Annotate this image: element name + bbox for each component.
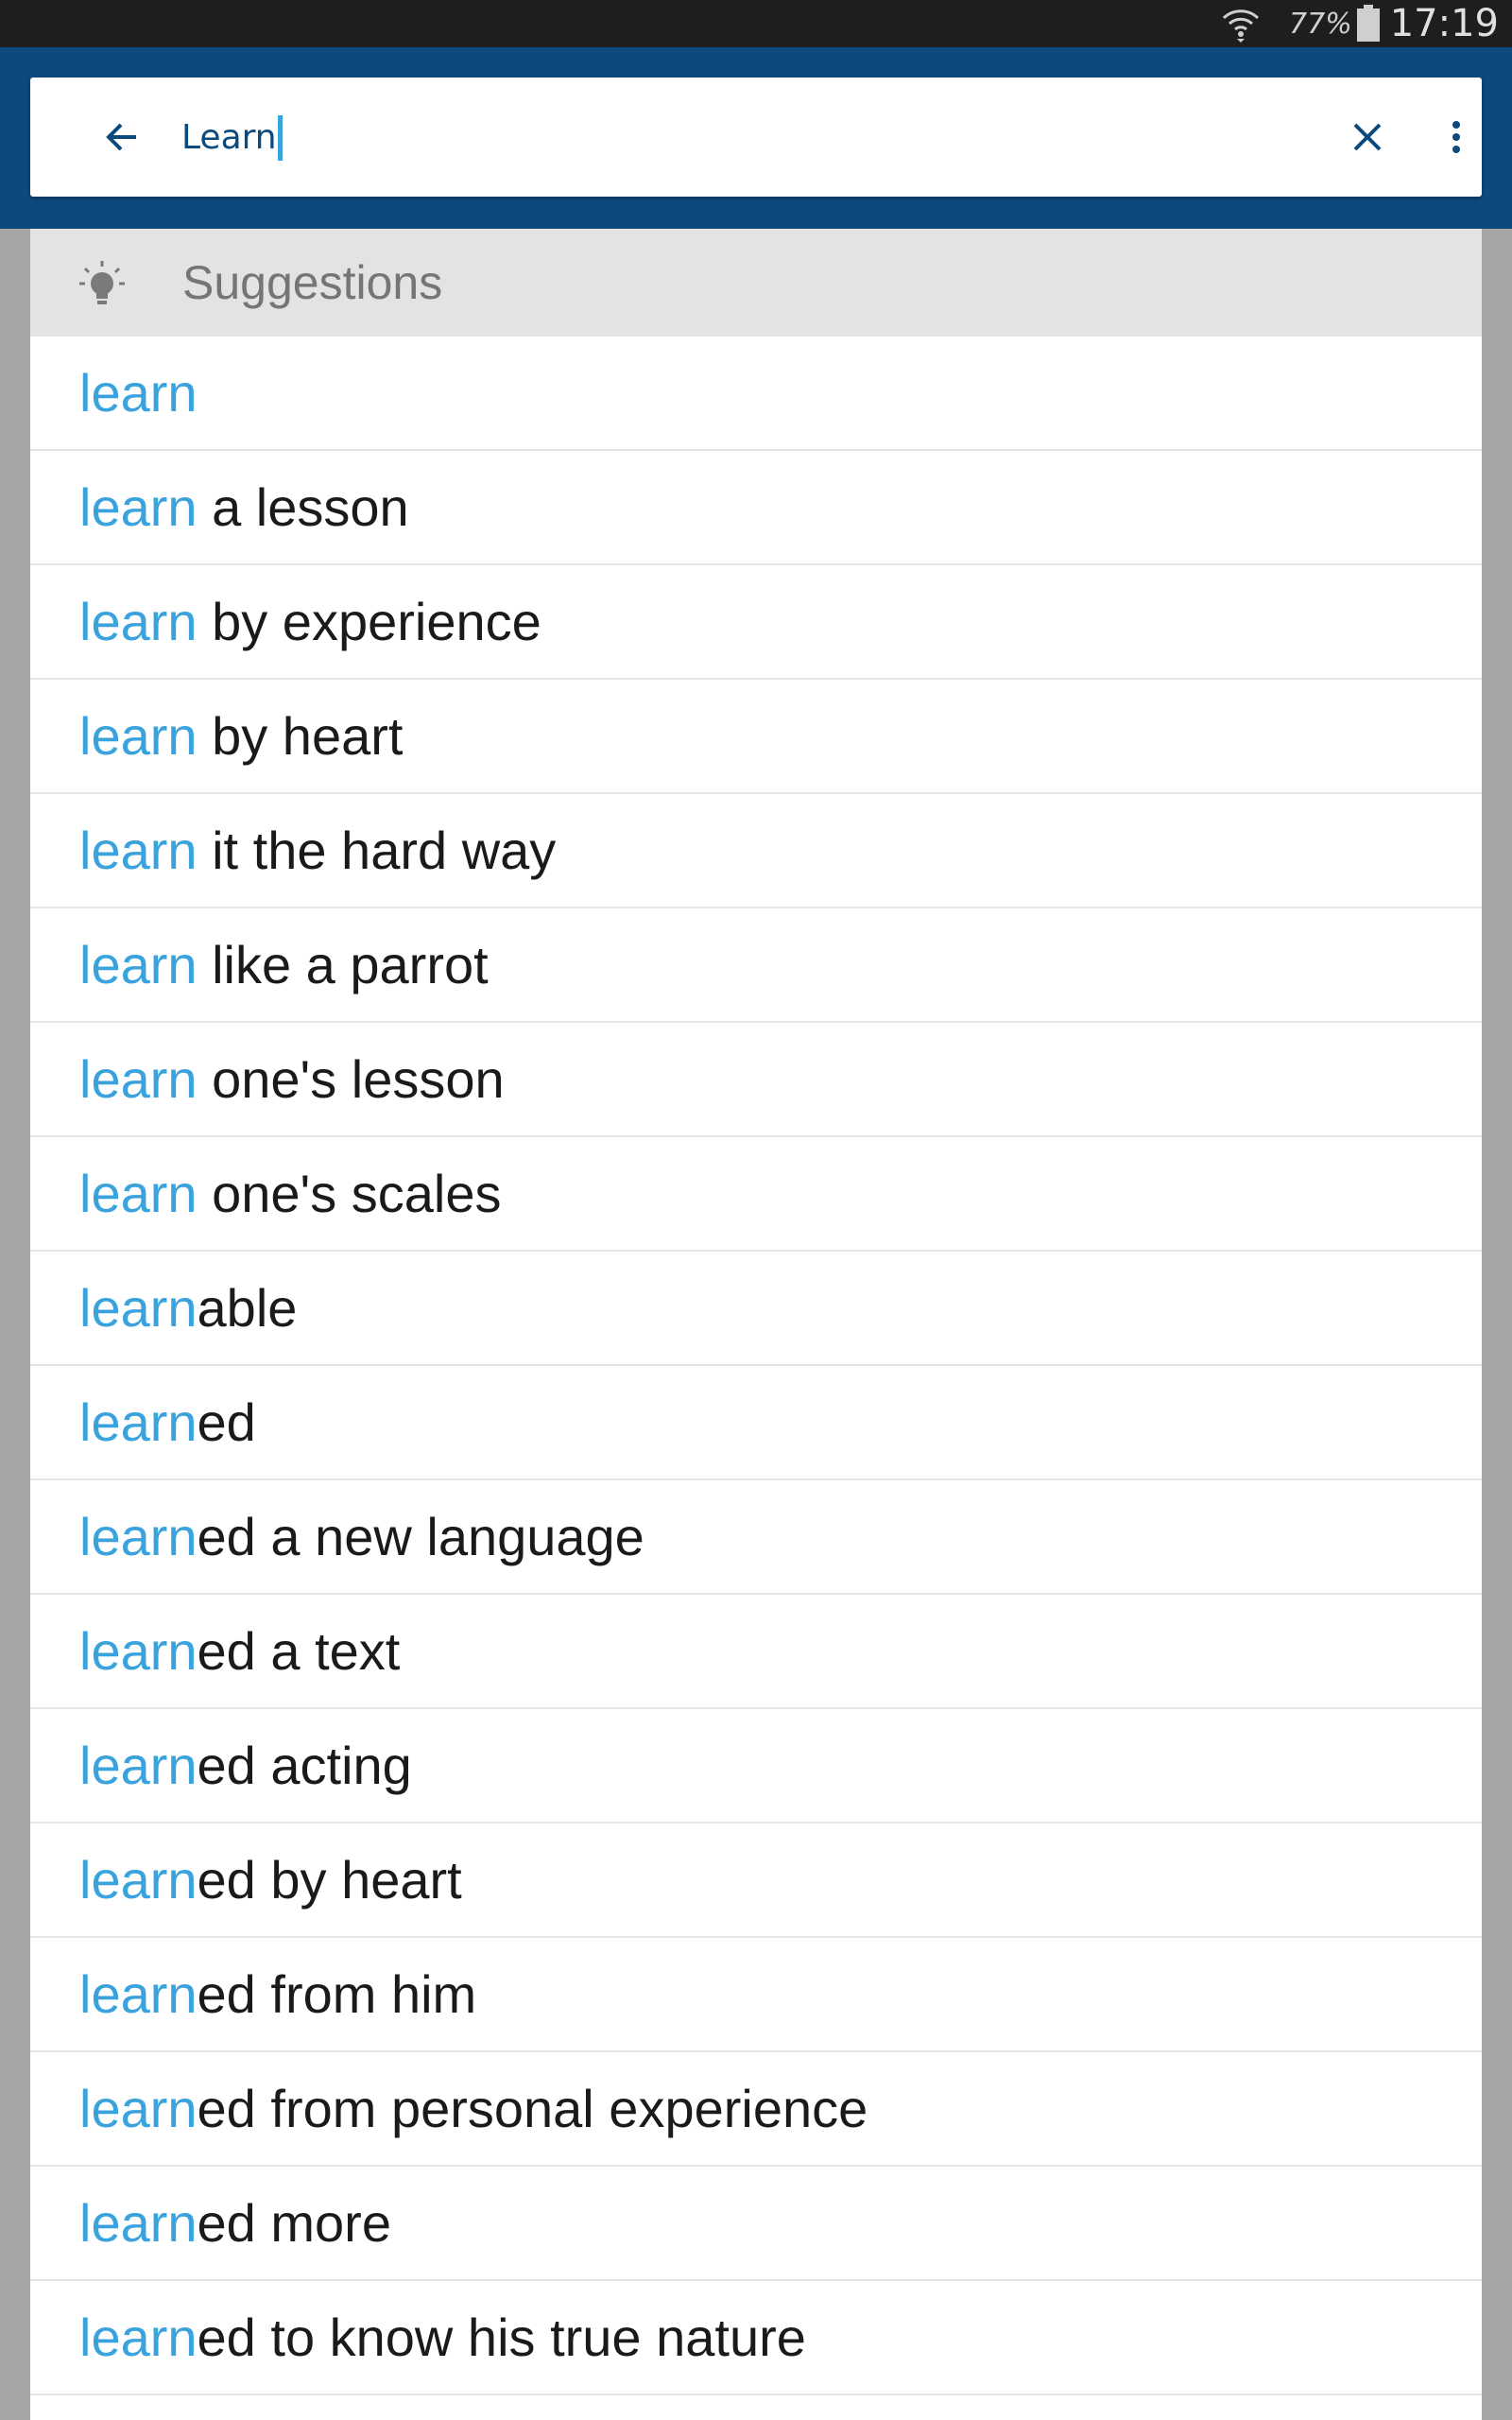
suggestion-rest-text: ed by heart [197, 1850, 462, 1910]
suggestion-match-text: learn [79, 1621, 198, 1681]
arrow-back-icon[interactable] [98, 113, 146, 161]
suggestion-match-text: learn [79, 477, 198, 537]
suggestion-rest-text: ed more [197, 2193, 391, 2253]
suggestion-item[interactable]: learn by experience [30, 565, 1482, 680]
suggestion-item[interactable]: learn one's lesson [30, 1023, 1482, 1137]
status-icons: 77% 17:19 [1221, 0, 1499, 47]
search-box[interactable]: Learn [30, 78, 1482, 197]
search-query-text: Learn [181, 118, 277, 157]
suggestion-rest-text: by experience [197, 592, 541, 651]
suggestion-rest-text: one's scales [197, 1164, 502, 1223]
text-caret [277, 115, 283, 161]
suggestion-match-text: learn [79, 821, 198, 880]
suggestions-list: Suggestions learn learn a lesson learn by … [30, 229, 1482, 2420]
search-input[interactable]: Learn [181, 112, 283, 164]
suggestion-item[interactable]: learn a lesson [30, 451, 1482, 565]
suggestions-title: Suggestions [182, 256, 443, 309]
status-clock: 17:19 [1389, 2, 1499, 45]
suggestion-match-text: learn [79, 2193, 198, 2253]
suggestion-item[interactable]: learn one's scales [30, 1137, 1482, 1252]
suggestion-rest-text: ed a new language [197, 1507, 644, 1566]
suggestion-item[interactable]: learn it the hard way [30, 794, 1482, 908]
battery-percent: 77% [1289, 7, 1352, 41]
lightbulb-icon [79, 261, 125, 304]
suggestion-rows: learn learn a lesson learn by experience le… [30, 337, 1482, 2395]
suggestion-rest-text: ed acting [197, 1736, 412, 1795]
suggestion-item[interactable]: learn ed acting [30, 1709, 1482, 1824]
suggestion-match-text: learn [79, 1964, 198, 2024]
suggestion-item[interactable]: learn ed from him [30, 1938, 1482, 2052]
suggestion-match-text: learn [79, 2079, 198, 2138]
suggestion-item[interactable]: learn ed by heart [30, 1824, 1482, 1938]
suggestion-match-text: learn [79, 1736, 198, 1795]
close-icon[interactable] [1344, 113, 1391, 161]
suggestion-item[interactable]: learn ed from personal experience [30, 2052, 1482, 2167]
suggestion-match-text: learn [79, 1278, 198, 1338]
suggestion-match-text: learn [79, 1507, 198, 1566]
suggestion-match-text: learn [79, 363, 198, 423]
suggestion-item[interactable]: learn ed [30, 1366, 1482, 1480]
suggestion-match-text: learn [79, 1049, 198, 1109]
suggestion-item[interactable]: learn by heart [30, 680, 1482, 794]
suggestion-rest-text: like a parrot [197, 935, 489, 994]
suggestion-item[interactable]: learn [30, 337, 1482, 451]
suggestion-match-text: learn [79, 1164, 198, 1223]
suggestion-rest-text: ed to know his true nature [197, 2308, 806, 2367]
suggestion-match-text: learn [79, 1392, 198, 1452]
suggestions-header: Suggestions [30, 229, 1482, 337]
suggestion-item[interactable]: learn ed a new language [30, 1480, 1482, 1595]
suggestion-item[interactable]: learn ed more [30, 2167, 1482, 2281]
suggestion-rest-text: it the hard way [197, 821, 557, 880]
suggestion-item[interactable]: learn ed a text [30, 1595, 1482, 1709]
suggestion-rest-text: ed from personal experience [197, 2079, 868, 2138]
suggestion-rest-text: ed from him [197, 1964, 477, 2024]
suggestion-match-text: learn [79, 2308, 198, 2367]
suggestion-match-text: learn [79, 592, 198, 651]
suggestion-match-text: learn [79, 1850, 198, 1910]
status-bar: 77% 17:19 [0, 0, 1512, 47]
wifi-icon [1222, 9, 1260, 43]
suggestion-item[interactable]: learn like a parrot [30, 908, 1482, 1023]
battery-icon [1356, 5, 1380, 42]
suggestion-rest-text: ed [197, 1392, 256, 1452]
suggestion-rest-text: able [197, 1278, 298, 1338]
suggestion-rest-text: a lesson [197, 477, 409, 537]
suggestion-match-text: learn [79, 935, 198, 994]
suggestion-match-text: learn [79, 706, 198, 766]
suggestion-item[interactable]: learn able [30, 1252, 1482, 1366]
suggestion-item[interactable]: learn ed to know his true nature [30, 2281, 1482, 2395]
suggestion-rest-text: one's lesson [197, 1049, 505, 1109]
more-vert-icon[interactable] [1433, 113, 1480, 161]
suggestion-rest-text: ed a text [197, 1621, 401, 1681]
suggestion-rest-text: by heart [197, 706, 404, 766]
